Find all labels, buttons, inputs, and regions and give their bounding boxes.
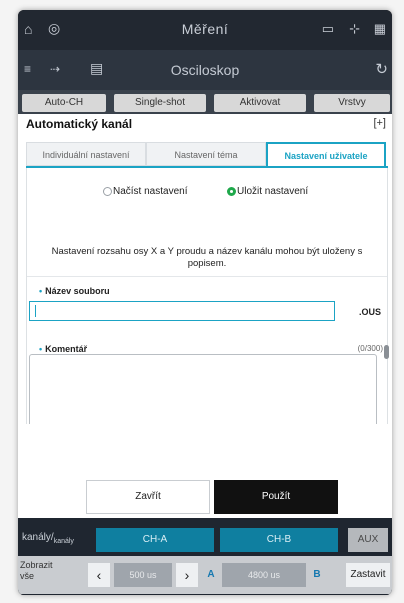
comment-label: • Komentář [39,344,87,354]
tab-individual-settings[interactable]: Individuální nastavení [26,142,146,166]
app-bottom-bar: kanály/kanály CH-A CH-B AUX Zobrazit vše … [18,518,392,595]
filename-label: • Název souboru [39,286,110,296]
radio-save-settings[interactable]: Uložit nastavení [227,186,308,197]
dialog-tabs: Individuální nastavení Nastavení téma Na… [26,142,388,168]
single-shot-button[interactable]: Single-shot [114,94,206,112]
app-subtitle: Osciloskop [170,62,240,78]
auto-ch-button[interactable]: Auto-CH [22,94,106,112]
channel-row: kanály/kanály CH-A CH-B AUX [18,522,392,554]
tab-theme-settings[interactable]: Nastavení téma [146,142,266,166]
text-caret [35,305,36,317]
show-all-button[interactable]: Zobrazit vše [20,560,53,582]
filename-input[interactable] [29,301,335,321]
app-top-bar: ⌂ ◎ Měření ▭ ⊹ ▦ [18,10,392,50]
description-text: Nastavení rozsahu osy X a Y proudu a náz… [51,246,363,269]
timebase-b-value[interactable]: 4800 us [222,563,306,587]
prev-button[interactable]: ‹ [88,563,110,587]
file-extension: .OUS [358,307,381,317]
radio-load-label: Načíst nastavení [113,186,188,197]
app-window: ⌂ ◎ Měření ▭ ⊹ ▦ ≡ ⇢ ▤ Osciloskop ↻ Auto… [18,10,392,595]
aux-button[interactable]: AUX [348,528,388,552]
app-toolbar: Auto-CH Single-shot Aktivovat Vrstvy [18,90,392,114]
timebase-row: Zobrazit vše ‹ 500 us › A 4800 us B Zasta… [18,556,392,594]
channel-a-button[interactable]: CH-A [96,528,214,552]
divider [27,276,387,277]
radio-load-settings[interactable]: Načíst nastavení [103,186,187,197]
scrollbar-handle[interactable] [384,345,389,359]
stop-button[interactable]: Zastavit [346,563,390,587]
crosshair-icon[interactable]: ⊹ [349,21,360,37]
marker-a-label: A [207,569,215,580]
tab-user-settings[interactable]: Nastavení uživatele [266,142,386,166]
expand-icon[interactable]: [+] [373,117,386,129]
comment-counter: (0/300) [357,344,383,353]
marker-b-label: B [313,569,321,580]
next-button[interactable]: › [176,563,198,587]
screen-icon[interactable]: ▭ [322,21,334,37]
app-sub-bar: ≡ ⇢ ▤ Osciloskop ↻ [18,50,392,90]
tab-content: Načíst nastavení Uložit nastavení Nastav… [26,168,389,468]
comment-label-text: Komentář [45,344,88,354]
dialog-footer: Zavřít Použít [18,424,392,518]
radio-save-dot[interactable] [227,186,236,196]
app-title: Měření [181,21,229,37]
channels-label: kanály/kanály [22,532,74,545]
dialog-title: Automatický kanál [26,117,133,131]
grid-icon[interactable]: ▦ [374,21,386,37]
bullet-icon: • [39,286,43,296]
filename-label-text: Název souboru [45,286,110,296]
close-button[interactable]: Zavřít [86,480,210,514]
timebase-a-value[interactable]: 500 us [114,563,172,587]
layers-button[interactable]: Vrstvy [314,94,390,112]
apply-button[interactable]: Použít [214,480,338,514]
refresh-icon[interactable]: ↻ [375,60,388,78]
channel-b-button[interactable]: CH-B [220,528,338,552]
auto-channel-dialog: Automatický kanál [+] Individuální nasta… [18,114,392,518]
activate-button[interactable]: Aktivovat [214,94,306,112]
radio-load-dot[interactable] [103,186,112,196]
radio-save-label: Uložit nastavení [237,186,309,197]
comment-textarea[interactable] [29,354,377,430]
bullet-icon: • [39,344,43,354]
